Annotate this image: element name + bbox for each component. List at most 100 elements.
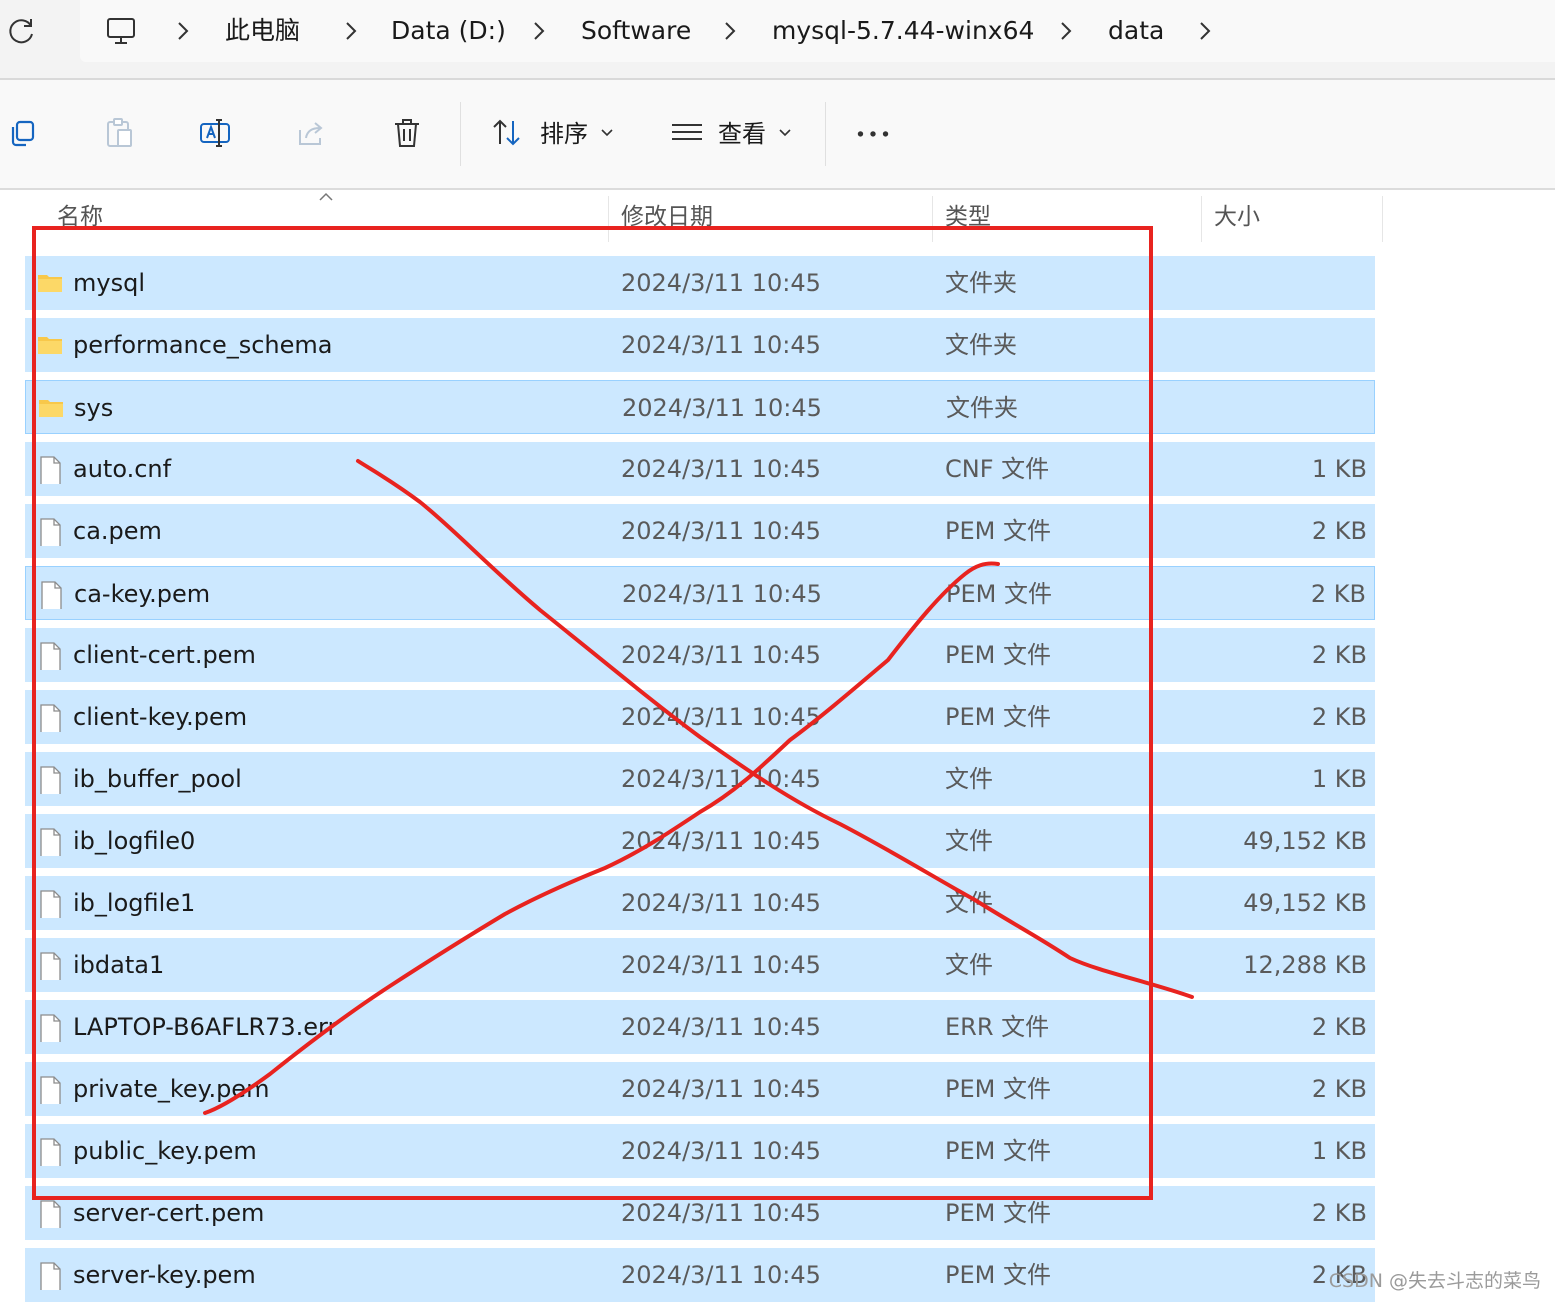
- file-type: CNF 文件: [945, 455, 1050, 483]
- file-size: 12,288 KB: [1243, 951, 1367, 979]
- file-row[interactable]: server-key.pem 2024/3/11 10:45 PEM 文件 2 KB: [25, 1248, 1375, 1302]
- file-type: PEM 文件: [945, 1199, 1051, 1227]
- file-row[interactable]: mysql 2024/3/11 10:45 文件夹: [25, 256, 1375, 310]
- column-header-size[interactable]: 大小: [1214, 200, 1260, 234]
- breadcrumb-item-software[interactable]: Software: [581, 14, 691, 48]
- breadcrumb-item-drive[interactable]: Data (D:): [391, 14, 506, 48]
- file-modified-date: 2024/3/11 10:45: [621, 517, 821, 545]
- sort-button[interactable]: 排序: [540, 118, 588, 150]
- file-name: ibdata1: [73, 951, 165, 979]
- chevron-right-icon[interactable]: [342, 20, 360, 42]
- file-size: 2 KB: [1311, 1013, 1367, 1041]
- breadcrumb-item-mysql[interactable]: mysql-5.7.44-winx64: [772, 14, 1034, 48]
- file-size: 2 KB: [1311, 1075, 1367, 1103]
- file-type: 文件夹: [945, 331, 1017, 359]
- chevron-right-icon[interactable]: [174, 20, 192, 42]
- file-modified-date: 2024/3/11 10:45: [621, 703, 821, 731]
- file-name: client-key.pem: [73, 703, 248, 731]
- file-row[interactable]: client-cert.pem 2024/3/11 10:45 PEM 文件 2 KB: [25, 628, 1375, 682]
- file-name: public_key.pem: [73, 1137, 257, 1165]
- file-size: 49,152 KB: [1243, 889, 1367, 917]
- column-divider[interactable]: [608, 196, 609, 242]
- file-modified-date: 2024/3/11 10:45: [621, 1013, 821, 1041]
- folder-icon: [39, 400, 63, 417]
- file-row[interactable]: ca.pem 2024/3/11 10:45 PEM 文件 2 KB: [25, 504, 1375, 558]
- breadcrumb-item-data[interactable]: data: [1108, 14, 1164, 48]
- file-icon: [40, 642, 61, 670]
- file-name: private_key.pem: [73, 1075, 270, 1103]
- column-divider[interactable]: [1201, 196, 1202, 242]
- file-name: mysql: [73, 269, 145, 297]
- file-modified-date: 2024/3/11 10:45: [621, 951, 821, 979]
- file-type: 文件夹: [946, 394, 1018, 422]
- file-icon: [40, 1076, 61, 1104]
- file-modified-date: 2024/3/11 10:45: [621, 1075, 821, 1103]
- refresh-icon[interactable]: [4, 14, 38, 48]
- file-modified-date: 2024/3/11 10:45: [621, 765, 821, 793]
- column-header-modified[interactable]: 修改日期: [621, 200, 713, 234]
- computer-icon[interactable]: [104, 14, 138, 48]
- file-row[interactable]: performance_schema 2024/3/11 10:45 文件夹: [25, 318, 1375, 372]
- view-icon[interactable]: [670, 116, 704, 150]
- file-modified-date: 2024/3/11 10:45: [621, 455, 821, 483]
- file-icon: [40, 1014, 61, 1042]
- column-divider[interactable]: [932, 196, 933, 242]
- file-name: auto.cnf: [73, 455, 172, 483]
- share-icon[interactable]: [294, 116, 328, 150]
- chevron-right-icon[interactable]: [1196, 20, 1214, 42]
- chevron-right-icon[interactable]: [1057, 20, 1075, 42]
- file-type: 文件夹: [945, 269, 1017, 297]
- column-header-type[interactable]: 类型: [945, 200, 991, 234]
- file-type: PEM 文件: [945, 1261, 1051, 1289]
- file-type: PEM 文件: [946, 580, 1052, 608]
- file-row[interactable]: client-key.pem 2024/3/11 10:45 PEM 文件 2 KB: [25, 690, 1375, 744]
- file-row[interactable]: ca-key.pem 2024/3/11 10:45 PEM 文件 2 KB: [25, 566, 1375, 620]
- file-modified-date: 2024/3/11 10:45: [622, 394, 822, 422]
- more-options-icon[interactable]: [856, 116, 890, 150]
- sort-icon[interactable]: [490, 116, 524, 150]
- file-row[interactable]: private_key.pem 2024/3/11 10:45 PEM 文件 2 KB: [25, 1062, 1375, 1116]
- breadcrumb[interactable]: 此电脑 Data (D:) Software mysql-5.7.44-winx…: [80, 0, 1555, 62]
- paste-icon[interactable]: [102, 116, 136, 150]
- file-icon: [40, 456, 61, 484]
- file-size: 1 KB: [1311, 455, 1367, 483]
- file-modified-date: 2024/3/11 10:45: [621, 827, 821, 855]
- delete-icon[interactable]: [390, 116, 424, 150]
- chevron-right-icon[interactable]: [721, 20, 739, 42]
- column-divider[interactable]: [1382, 196, 1383, 242]
- chevron-right-icon[interactable]: [530, 20, 548, 42]
- file-row[interactable]: ib_logfile1 2024/3/11 10:45 文件 49,152 KB: [25, 876, 1375, 930]
- file-icon: [40, 1200, 61, 1228]
- file-row[interactable]: sys 2024/3/11 10:45 文件夹: [25, 380, 1375, 434]
- file-type: 文件: [945, 951, 993, 979]
- file-name: ib_buffer_pool: [73, 765, 242, 793]
- breadcrumb-item-this-pc[interactable]: 此电脑: [225, 14, 300, 48]
- file-icon: [40, 1138, 61, 1166]
- chevron-down-icon[interactable]: [600, 128, 614, 138]
- file-icon: [41, 581, 62, 609]
- file-modified-date: 2024/3/11 10:45: [621, 1137, 821, 1165]
- file-icon: [40, 518, 61, 546]
- file-row[interactable]: ib_buffer_pool 2024/3/11 10:45 文件 1 KB: [25, 752, 1375, 806]
- file-row[interactable]: ibdata1 2024/3/11 10:45 文件 12,288 KB: [25, 938, 1375, 992]
- file-name: client-cert.pem: [73, 641, 256, 669]
- file-row[interactable]: LAPTOP-B6AFLR73.err 2024/3/11 10:45 ERR 文件…: [25, 1000, 1375, 1054]
- column-header-name[interactable]: 名称: [57, 200, 103, 234]
- file-row[interactable]: server-cert.pem 2024/3/11 10:45 PEM 文件 2 KB: [25, 1186, 1375, 1240]
- file-row[interactable]: ib_logfile0 2024/3/11 10:45 文件 49,152 KB: [25, 814, 1375, 868]
- file-name: ib_logfile1: [73, 889, 196, 917]
- chevron-down-icon[interactable]: [778, 128, 792, 138]
- file-modified-date: 2024/3/11 10:45: [621, 331, 821, 359]
- file-modified-date: 2024/3/11 10:45: [621, 269, 821, 297]
- rename-icon[interactable]: [198, 116, 232, 150]
- copy-icon[interactable]: [6, 116, 40, 150]
- file-row[interactable]: public_key.pem 2024/3/11 10:45 PEM 文件 1 KB: [25, 1124, 1375, 1178]
- file-modified-date: 2024/3/11 10:45: [622, 580, 822, 608]
- file-type: PEM 文件: [945, 641, 1051, 669]
- file-modified-date: 2024/3/11 10:45: [621, 889, 821, 917]
- file-type: PEM 文件: [945, 703, 1051, 731]
- file-row[interactable]: auto.cnf 2024/3/11 10:45 CNF 文件 1 KB: [25, 442, 1375, 496]
- file-name: LAPTOP-B6AFLR73.err: [73, 1013, 338, 1041]
- folder-icon: [38, 337, 62, 354]
- view-button[interactable]: 查看: [718, 118, 766, 150]
